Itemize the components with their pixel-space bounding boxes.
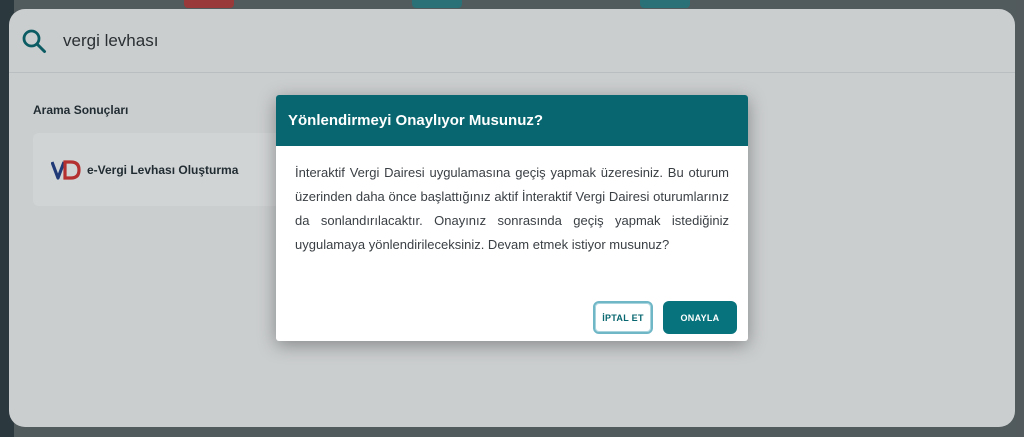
dialog-actions: İPTAL ET ONAYLA <box>593 301 737 334</box>
cancel-button[interactable]: İPTAL ET <box>593 301 653 334</box>
dialog-message: İnteraktif Vergi Dairesi uygulamasına ge… <box>295 165 729 252</box>
confirm-dialog: Yönlendirmeyi Onaylıyor Musunuz? İnterak… <box>276 95 748 341</box>
dialog-header: Yönlendirmeyi Onaylıyor Musunuz? <box>276 95 748 146</box>
confirm-button[interactable]: ONAYLA <box>663 301 737 334</box>
dialog-title: Yönlendirmeyi Onaylıyor Musunuz? <box>288 112 544 129</box>
